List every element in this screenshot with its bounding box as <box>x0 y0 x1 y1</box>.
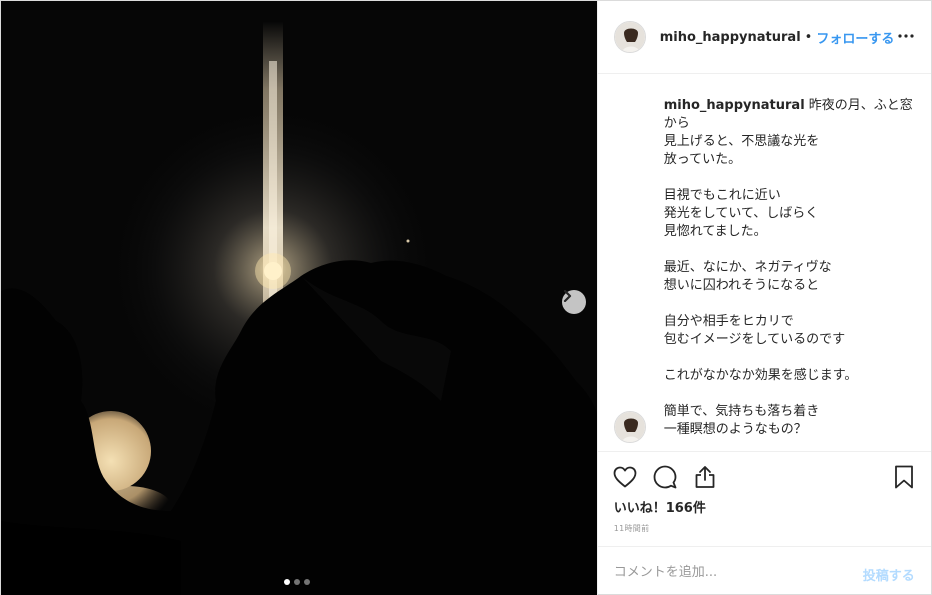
post-header: miho_happynatural • フォローする <box>597 1 931 74</box>
carousel-dot <box>304 579 310 585</box>
add-comment-section: 投稿する <box>597 546 931 595</box>
instagram-post: miho_happynatural • フォローする miho_happynat… <box>0 0 932 595</box>
likes-count[interactable]: いいね！166件 <box>614 497 706 516</box>
avatar[interactable] <box>613 21 646 53</box>
save-button[interactable] <box>891 464 917 490</box>
share-button[interactable] <box>692 464 718 490</box>
post-actions: いいね！166件 11時間前 投稿する <box>597 451 931 595</box>
like-button[interactable] <box>612 464 638 490</box>
bookmark-icon <box>894 465 913 489</box>
carousel-indicator <box>284 579 310 585</box>
comments-area[interactable]: miho_happynatural 昨夜の月、ふと窓から 見上げると、不思議な光… <box>598 75 931 451</box>
night-moon-image <box>1 1 597 595</box>
post-side-panel: miho_happynatural • フォローする miho_happynat… <box>596 1 931 595</box>
carousel-dot <box>294 579 300 585</box>
header-username[interactable]: miho_happynatural <box>660 30 801 45</box>
post-timestamp[interactable]: 11時間前 <box>614 523 650 534</box>
post-photo[interactable] <box>1 1 597 595</box>
separator-dot: • <box>804 29 813 45</box>
next-photo-button[interactable] <box>562 290 586 314</box>
post-comment-button[interactable]: 投稿する <box>863 565 915 584</box>
action-icons <box>612 464 718 490</box>
comment-button[interactable] <box>652 464 678 490</box>
comment-input[interactable] <box>613 561 844 583</box>
ellipsis-horizontal-icon <box>898 34 914 38</box>
caption-avatar[interactable] <box>613 411 646 443</box>
follow-button[interactable]: フォローする <box>816 28 894 47</box>
more-options-button[interactable] <box>897 27 915 45</box>
profile-photo-icon <box>614 412 645 442</box>
caption: miho_happynatural 昨夜の月、ふと窓から 見上げると、不思議な光… <box>664 97 914 439</box>
share-icon <box>695 466 715 488</box>
chevron-right-icon <box>563 290 572 302</box>
profile-photo-icon <box>614 22 645 52</box>
comment-bubble-icon <box>653 465 677 489</box>
heart-icon <box>613 466 637 488</box>
caption-text: 昨夜の月、ふと窓から 見上げると、不思議な光を 放っていた。 目視でもこれに近い… <box>663 98 913 437</box>
carousel-dot-active <box>284 579 290 585</box>
caption-username[interactable]: miho_happynatural <box>664 98 805 113</box>
